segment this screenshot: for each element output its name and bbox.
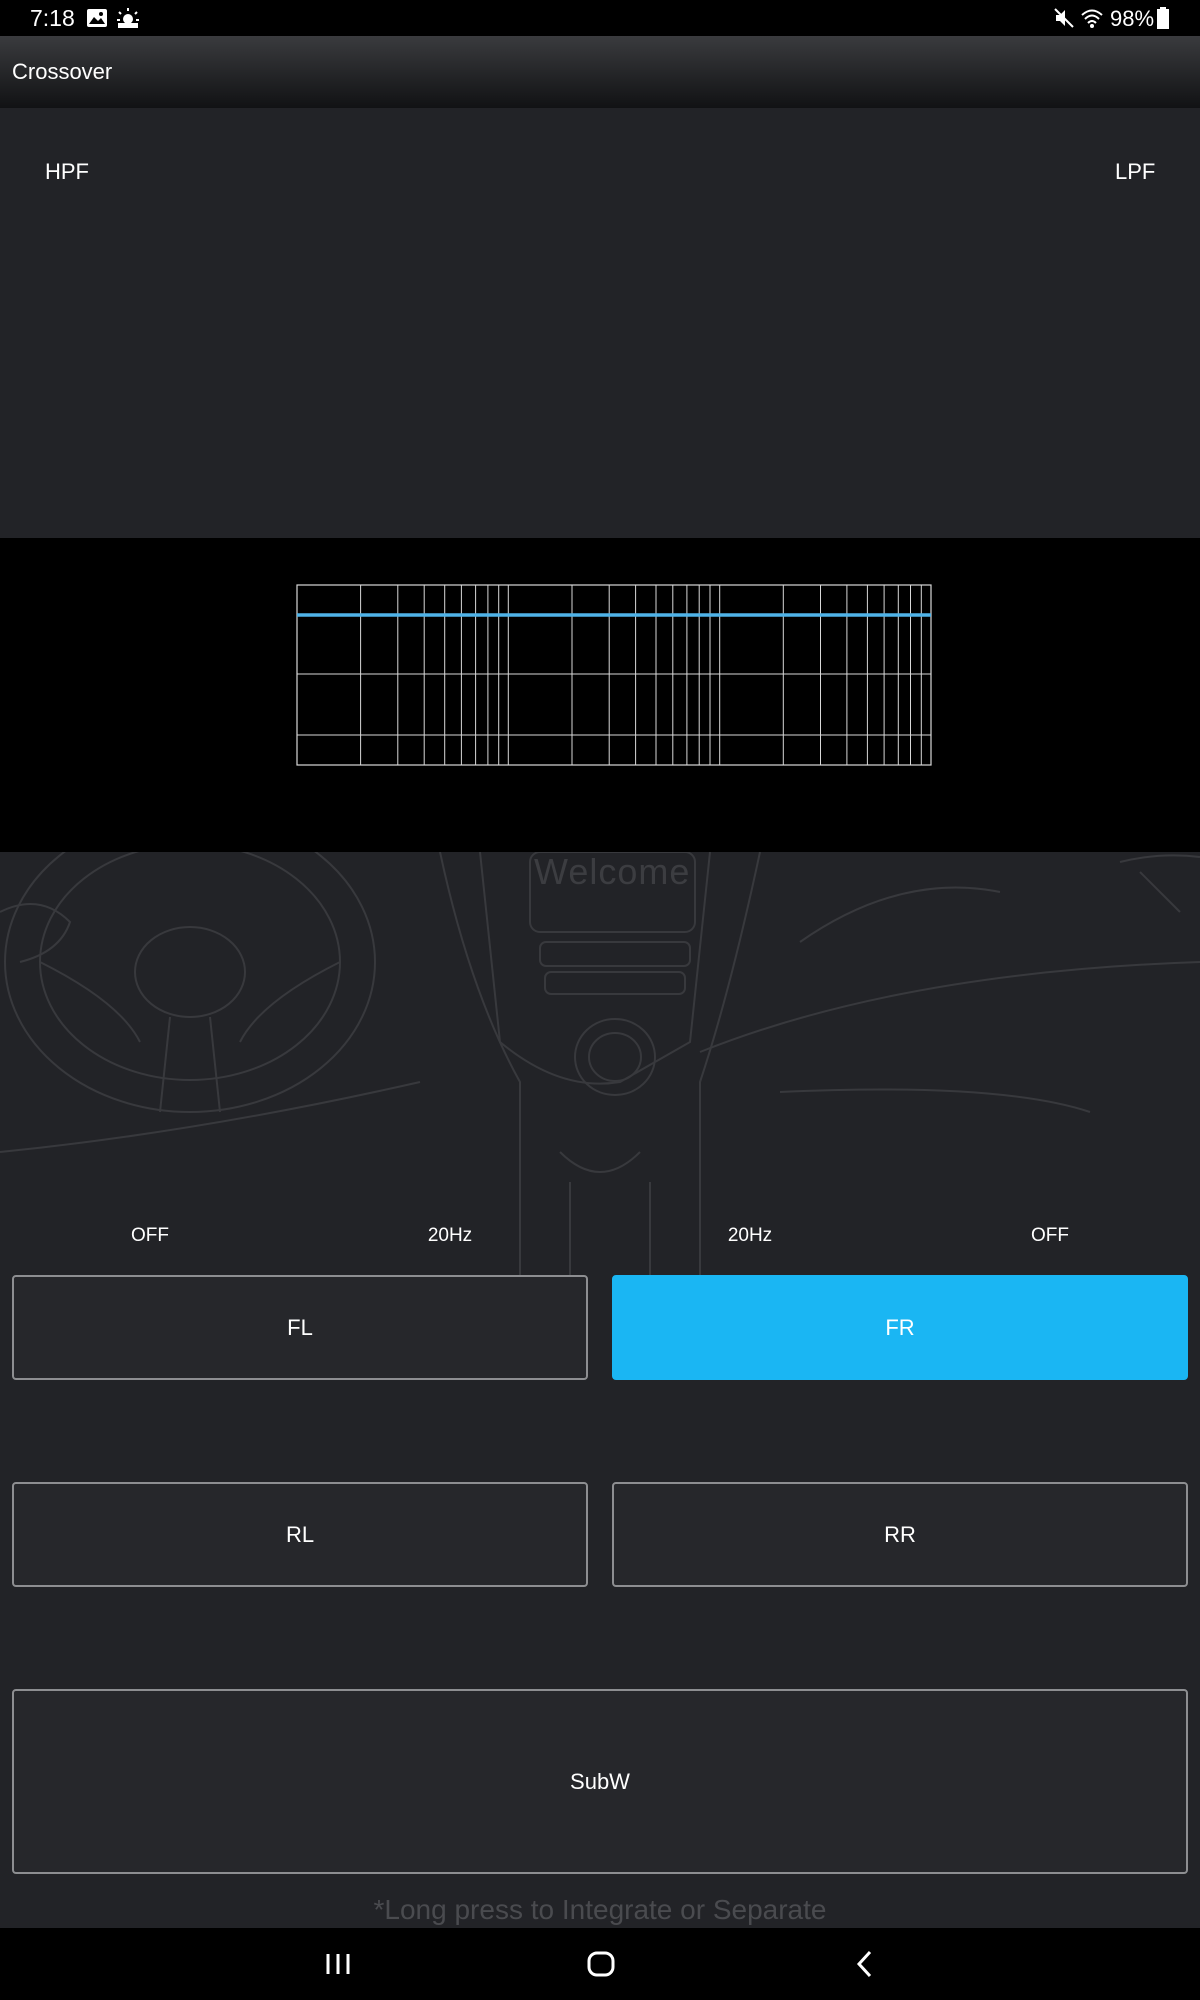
lpf-label[interactable]: LPF: [1115, 158, 1155, 186]
weather-icon: [116, 7, 140, 34]
back-icon[interactable]: [850, 1948, 882, 1985]
channel-fl-button[interactable]: FL: [12, 1275, 588, 1380]
navigation-bar: [0, 1928, 1200, 2000]
recents-icon[interactable]: [322, 1948, 354, 1985]
hint-text: *Long press to Integrate or Separate: [373, 1894, 827, 1925]
wifi-icon: [1080, 7, 1104, 34]
battery-icon: [1157, 7, 1169, 34]
image-icon: [86, 7, 108, 34]
mute-icon: [1053, 7, 1075, 34]
channel-fr-button[interactable]: FR: [612, 1275, 1188, 1380]
channel-subw-button[interactable]: SubW: [12, 1689, 1188, 1874]
fr-hpf-frequency-value: 20Hz: [727, 1225, 773, 1246]
filter-panel: HPF LPF: [0, 108, 1200, 538]
status-time: 7:18: [30, 5, 75, 31]
battery-percent: 98%: [1110, 6, 1155, 31]
home-icon[interactable]: [585, 1948, 617, 1985]
channel-rr-button[interactable]: RR: [612, 1482, 1188, 1587]
welcome-label: Welcome: [534, 852, 691, 892]
app-bar: Crossover: [0, 36, 1200, 108]
fl-frequency-value: OFF: [131, 1225, 169, 1246]
fl-lpf-frequency-value: 20Hz: [427, 1225, 473, 1246]
channel-rl-button[interactable]: RL: [12, 1482, 588, 1587]
hpf-label[interactable]: HPF: [45, 158, 89, 186]
graph-border: [296, 584, 932, 766]
frequency-response-graph: [296, 584, 932, 766]
page-title: Crossover: [12, 59, 113, 84]
frequency-graph-panel: [0, 538, 1200, 852]
status-bar: 7:18 98%: [0, 0, 1200, 36]
fr-frequency-value: OFF: [1031, 1225, 1069, 1246]
